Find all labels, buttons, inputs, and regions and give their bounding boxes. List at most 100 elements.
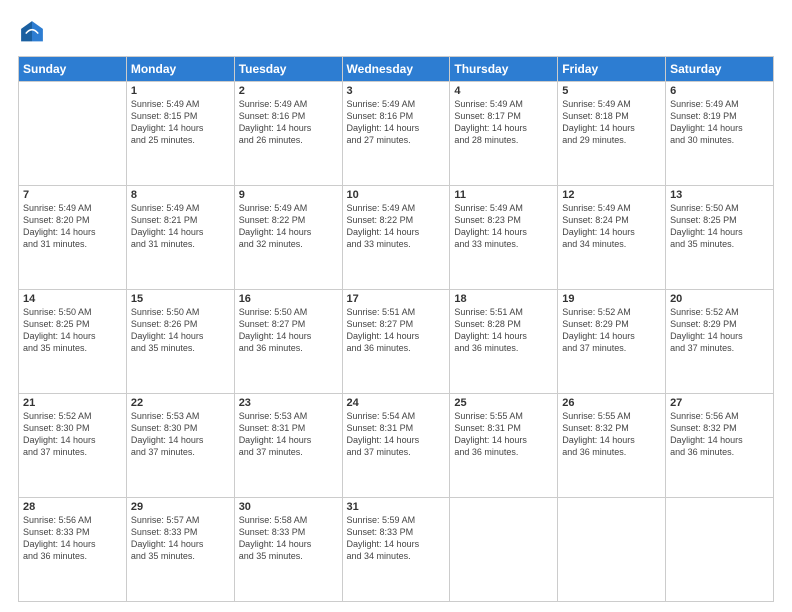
day-number: 30 [239, 501, 338, 513]
day-number: 6 [670, 85, 769, 97]
day-info: Sunrise: 5:50 AM Sunset: 8:26 PM Dayligh… [131, 306, 230, 355]
day-number: 7 [23, 189, 122, 201]
day-number: 1 [131, 85, 230, 97]
day-number: 22 [131, 397, 230, 409]
weekday-header: Friday [558, 57, 666, 82]
calendar-cell: 20Sunrise: 5:52 AM Sunset: 8:29 PM Dayli… [666, 290, 774, 394]
day-info: Sunrise: 5:49 AM Sunset: 8:22 PM Dayligh… [347, 202, 446, 251]
calendar-cell: 8Sunrise: 5:49 AM Sunset: 8:21 PM Daylig… [126, 186, 234, 290]
day-info: Sunrise: 5:50 AM Sunset: 8:27 PM Dayligh… [239, 306, 338, 355]
calendar-cell: 24Sunrise: 5:54 AM Sunset: 8:31 PM Dayli… [342, 394, 450, 498]
day-info: Sunrise: 5:51 AM Sunset: 8:28 PM Dayligh… [454, 306, 553, 355]
day-info: Sunrise: 5:49 AM Sunset: 8:20 PM Dayligh… [23, 202, 122, 251]
day-number: 15 [131, 293, 230, 305]
day-number: 26 [562, 397, 661, 409]
calendar-week-row: 1Sunrise: 5:49 AM Sunset: 8:15 PM Daylig… [19, 82, 774, 186]
weekday-header: Thursday [450, 57, 558, 82]
calendar-cell: 10Sunrise: 5:49 AM Sunset: 8:22 PM Dayli… [342, 186, 450, 290]
day-number: 12 [562, 189, 661, 201]
calendar-cell: 23Sunrise: 5:53 AM Sunset: 8:31 PM Dayli… [234, 394, 342, 498]
logo-icon [18, 18, 46, 46]
day-number: 17 [347, 293, 446, 305]
day-info: Sunrise: 5:56 AM Sunset: 8:32 PM Dayligh… [670, 410, 769, 459]
calendar-table: SundayMondayTuesdayWednesdayThursdayFrid… [18, 56, 774, 602]
day-number: 19 [562, 293, 661, 305]
calendar-cell: 19Sunrise: 5:52 AM Sunset: 8:29 PM Dayli… [558, 290, 666, 394]
day-info: Sunrise: 5:56 AM Sunset: 8:33 PM Dayligh… [23, 514, 122, 563]
day-info: Sunrise: 5:49 AM Sunset: 8:21 PM Dayligh… [131, 202, 230, 251]
day-number: 2 [239, 85, 338, 97]
day-number: 18 [454, 293, 553, 305]
calendar-cell: 6Sunrise: 5:49 AM Sunset: 8:19 PM Daylig… [666, 82, 774, 186]
day-number: 16 [239, 293, 338, 305]
calendar-cell: 3Sunrise: 5:49 AM Sunset: 8:16 PM Daylig… [342, 82, 450, 186]
calendar-cell: 13Sunrise: 5:50 AM Sunset: 8:25 PM Dayli… [666, 186, 774, 290]
day-number: 10 [347, 189, 446, 201]
weekday-header: Saturday [666, 57, 774, 82]
day-info: Sunrise: 5:49 AM Sunset: 8:24 PM Dayligh… [562, 202, 661, 251]
calendar-week-row: 7Sunrise: 5:49 AM Sunset: 8:20 PM Daylig… [19, 186, 774, 290]
calendar-cell: 30Sunrise: 5:58 AM Sunset: 8:33 PM Dayli… [234, 498, 342, 602]
day-info: Sunrise: 5:49 AM Sunset: 8:16 PM Dayligh… [347, 98, 446, 147]
calendar-week-row: 21Sunrise: 5:52 AM Sunset: 8:30 PM Dayli… [19, 394, 774, 498]
day-number: 21 [23, 397, 122, 409]
calendar-cell: 28Sunrise: 5:56 AM Sunset: 8:33 PM Dayli… [19, 498, 127, 602]
calendar-cell: 12Sunrise: 5:49 AM Sunset: 8:24 PM Dayli… [558, 186, 666, 290]
day-info: Sunrise: 5:53 AM Sunset: 8:30 PM Dayligh… [131, 410, 230, 459]
day-number: 3 [347, 85, 446, 97]
day-number: 31 [347, 501, 446, 513]
day-info: Sunrise: 5:59 AM Sunset: 8:33 PM Dayligh… [347, 514, 446, 563]
day-info: Sunrise: 5:49 AM Sunset: 8:22 PM Dayligh… [239, 202, 338, 251]
day-info: Sunrise: 5:55 AM Sunset: 8:31 PM Dayligh… [454, 410, 553, 459]
day-number: 29 [131, 501, 230, 513]
day-info: Sunrise: 5:49 AM Sunset: 8:17 PM Dayligh… [454, 98, 553, 147]
calendar-cell: 1Sunrise: 5:49 AM Sunset: 8:15 PM Daylig… [126, 82, 234, 186]
calendar-week-row: 28Sunrise: 5:56 AM Sunset: 8:33 PM Dayli… [19, 498, 774, 602]
calendar-cell: 17Sunrise: 5:51 AM Sunset: 8:27 PM Dayli… [342, 290, 450, 394]
day-info: Sunrise: 5:57 AM Sunset: 8:33 PM Dayligh… [131, 514, 230, 563]
calendar-cell: 31Sunrise: 5:59 AM Sunset: 8:33 PM Dayli… [342, 498, 450, 602]
calendar-cell [450, 498, 558, 602]
day-info: Sunrise: 5:50 AM Sunset: 8:25 PM Dayligh… [670, 202, 769, 251]
calendar-cell: 14Sunrise: 5:50 AM Sunset: 8:25 PM Dayli… [19, 290, 127, 394]
day-info: Sunrise: 5:54 AM Sunset: 8:31 PM Dayligh… [347, 410, 446, 459]
weekday-header: Tuesday [234, 57, 342, 82]
day-number: 8 [131, 189, 230, 201]
calendar-cell: 7Sunrise: 5:49 AM Sunset: 8:20 PM Daylig… [19, 186, 127, 290]
calendar-cell: 29Sunrise: 5:57 AM Sunset: 8:33 PM Dayli… [126, 498, 234, 602]
day-info: Sunrise: 5:49 AM Sunset: 8:16 PM Dayligh… [239, 98, 338, 147]
day-number: 4 [454, 85, 553, 97]
calendar-cell: 22Sunrise: 5:53 AM Sunset: 8:30 PM Dayli… [126, 394, 234, 498]
calendar-week-row: 14Sunrise: 5:50 AM Sunset: 8:25 PM Dayli… [19, 290, 774, 394]
day-number: 24 [347, 397, 446, 409]
day-info: Sunrise: 5:53 AM Sunset: 8:31 PM Dayligh… [239, 410, 338, 459]
calendar-cell: 2Sunrise: 5:49 AM Sunset: 8:16 PM Daylig… [234, 82, 342, 186]
weekday-header: Wednesday [342, 57, 450, 82]
day-number: 13 [670, 189, 769, 201]
calendar-cell [666, 498, 774, 602]
calendar-cell: 26Sunrise: 5:55 AM Sunset: 8:32 PM Dayli… [558, 394, 666, 498]
calendar-cell: 11Sunrise: 5:49 AM Sunset: 8:23 PM Dayli… [450, 186, 558, 290]
day-info: Sunrise: 5:51 AM Sunset: 8:27 PM Dayligh… [347, 306, 446, 355]
day-number: 9 [239, 189, 338, 201]
day-number: 5 [562, 85, 661, 97]
day-info: Sunrise: 5:55 AM Sunset: 8:32 PM Dayligh… [562, 410, 661, 459]
day-info: Sunrise: 5:49 AM Sunset: 8:19 PM Dayligh… [670, 98, 769, 147]
day-info: Sunrise: 5:52 AM Sunset: 8:29 PM Dayligh… [562, 306, 661, 355]
weekday-header: Monday [126, 57, 234, 82]
calendar-cell: 5Sunrise: 5:49 AM Sunset: 8:18 PM Daylig… [558, 82, 666, 186]
calendar-cell: 18Sunrise: 5:51 AM Sunset: 8:28 PM Dayli… [450, 290, 558, 394]
logo [18, 18, 50, 46]
day-info: Sunrise: 5:52 AM Sunset: 8:30 PM Dayligh… [23, 410, 122, 459]
calendar-cell: 21Sunrise: 5:52 AM Sunset: 8:30 PM Dayli… [19, 394, 127, 498]
calendar-cell: 27Sunrise: 5:56 AM Sunset: 8:32 PM Dayli… [666, 394, 774, 498]
calendar-cell: 9Sunrise: 5:49 AM Sunset: 8:22 PM Daylig… [234, 186, 342, 290]
header [18, 18, 774, 46]
day-number: 11 [454, 189, 553, 201]
calendar-cell: 4Sunrise: 5:49 AM Sunset: 8:17 PM Daylig… [450, 82, 558, 186]
day-number: 28 [23, 501, 122, 513]
day-number: 20 [670, 293, 769, 305]
calendar-cell: 25Sunrise: 5:55 AM Sunset: 8:31 PM Dayli… [450, 394, 558, 498]
day-info: Sunrise: 5:49 AM Sunset: 8:18 PM Dayligh… [562, 98, 661, 147]
day-number: 27 [670, 397, 769, 409]
